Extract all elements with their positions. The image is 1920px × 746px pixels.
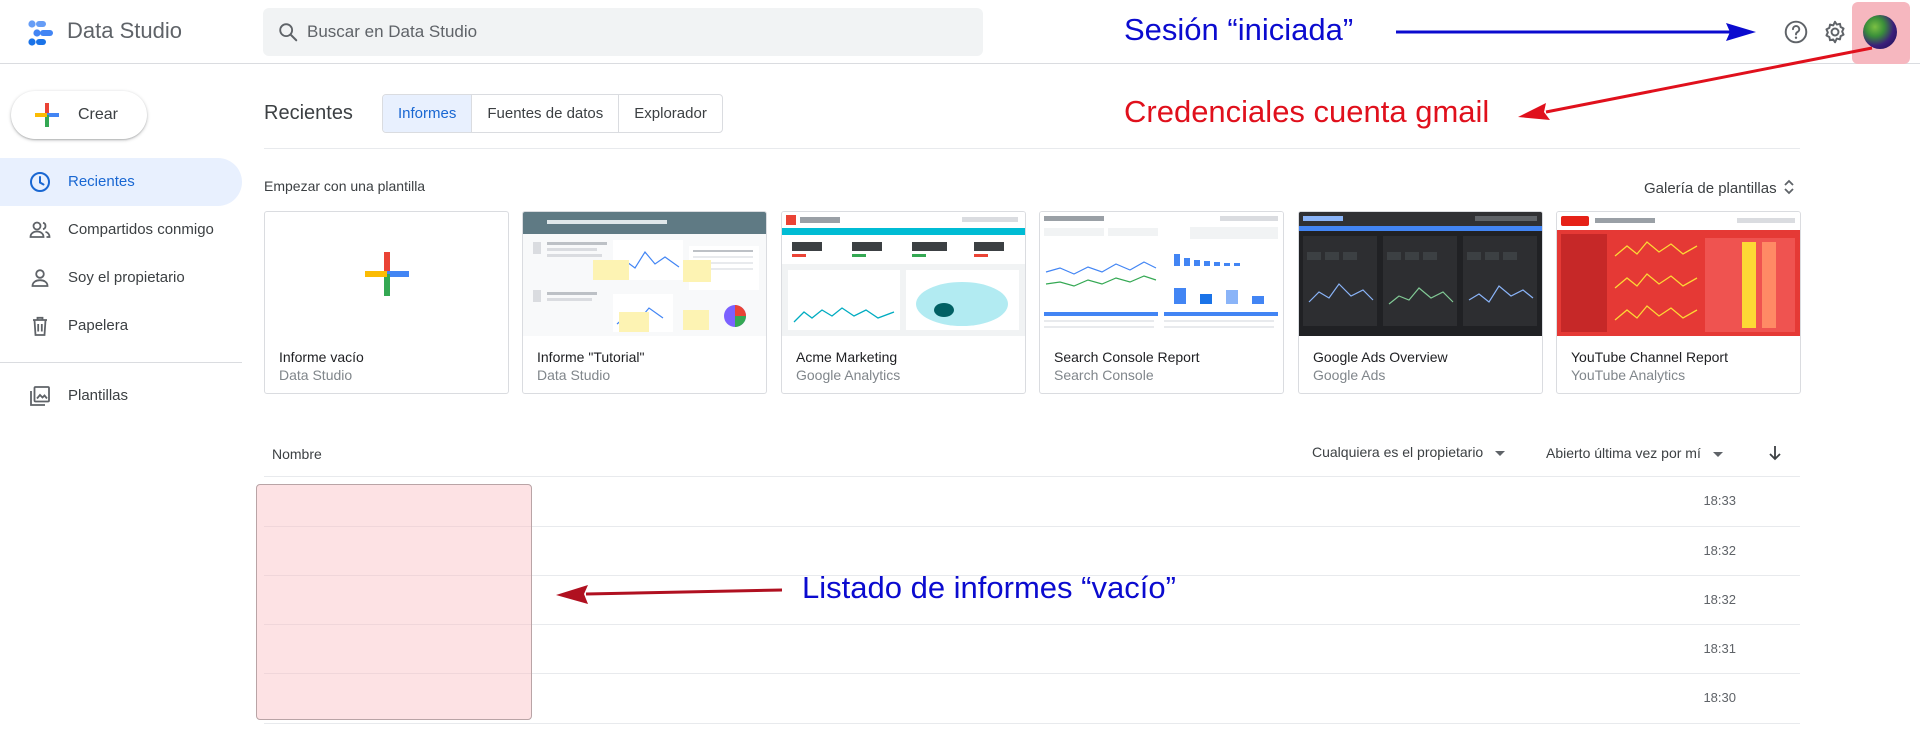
tab-fuentes-de-datos[interactable]: Fuentes de datos	[472, 95, 620, 132]
template-title: Search Console Report	[1054, 349, 1200, 365]
sidebar-item-compartidos[interactable]: Compartidos conmigo	[0, 206, 242, 254]
sidebar-item-recientes[interactable]: Recientes	[0, 158, 242, 206]
sidebar-item-label: Recientes	[68, 173, 135, 190]
people-icon	[29, 221, 51, 238]
templates-heading: Empezar con una plantilla	[264, 178, 426, 194]
sidebar-item-label: Papelera	[68, 317, 129, 334]
tab-group: Informes Fuentes de datos Explorador	[382, 94, 723, 133]
template-subtitle: Search Console	[1054, 367, 1154, 383]
sidebar-item-papelera[interactable]: Papelera	[0, 302, 242, 350]
row-time: 18:30	[1703, 690, 1736, 705]
app-header: Data Studio	[0, 0, 1920, 64]
section-title: Recientes	[264, 102, 353, 124]
youtube-thumbnail	[1557, 212, 1800, 336]
caret-down-icon	[1712, 451, 1723, 457]
tab-explorador[interactable]: Explorador	[619, 95, 722, 132]
data-studio-logo-icon[interactable]	[26, 18, 56, 48]
plus-icon	[35, 103, 59, 127]
template-card-blank[interactable]: Informe vacío Data Studio	[264, 211, 509, 394]
template-subtitle: Data Studio	[279, 367, 353, 383]
gear-icon[interactable]	[1822, 19, 1848, 45]
template-subtitle: Google Ads	[1313, 367, 1386, 383]
template-card-acme-marketing[interactable]: Acme Marketing Google Analytics	[781, 211, 1026, 394]
sidebar-item-label: Compartidos conmigo	[68, 221, 214, 238]
annotation-session: Sesión “iniciada”	[1124, 12, 1354, 47]
template-card-google-ads[interactable]: Google Ads Overview Google Ads	[1298, 211, 1543, 394]
template-subtitle: Google Analytics	[796, 367, 901, 383]
template-card-search-console[interactable]: Search Console Report Search Console	[1039, 211, 1284, 394]
caret-down-icon	[1495, 450, 1506, 456]
sidebar-item-propietario[interactable]: Soy el propietario	[0, 254, 242, 302]
google-ads-thumbnail	[1299, 212, 1542, 336]
annotation-credentials: Credenciales cuenta gmail	[1124, 94, 1490, 129]
template-card-youtube[interactable]: YouTube Channel Report YouTube Analytics	[1556, 211, 1801, 394]
search-icon	[279, 23, 298, 42]
search-console-thumbnail	[1040, 212, 1283, 336]
template-title: Google Ads Overview	[1313, 349, 1448, 365]
template-title: Acme Marketing	[796, 349, 898, 365]
sidebar-item-label: Plantillas	[68, 387, 129, 404]
clock-icon	[30, 172, 50, 192]
main-divider	[264, 148, 1800, 149]
sidebar-divider	[0, 362, 242, 363]
sort-filter-dropdown[interactable]: Abierto última vez por mí	[1546, 445, 1723, 461]
trash-icon	[33, 316, 47, 336]
tutorial-thumbnail	[523, 212, 766, 336]
app-title: Data Studio	[67, 18, 182, 43]
search-input[interactable]	[307, 8, 967, 56]
empty-list-highlight	[256, 484, 532, 720]
template-card-tutorial[interactable]: Informe "Tutorial" Data Studio	[522, 211, 767, 394]
template-title: Informe "Tutorial"	[537, 349, 645, 365]
template-gallery-label: Galería de plantillas	[1644, 180, 1777, 197]
template-subtitle: YouTube Analytics	[1571, 367, 1686, 383]
avatar[interactable]	[1863, 15, 1897, 49]
column-header-name[interactable]: Nombre	[272, 446, 322, 462]
templates-icon	[30, 386, 50, 406]
row-time: 18:31	[1703, 641, 1736, 656]
template-title: YouTube Channel Report	[1571, 349, 1728, 365]
template-title: Informe vacío	[279, 349, 364, 365]
sort-filter-label: Abierto última vez por mí	[1546, 445, 1701, 461]
account-avatar-button[interactable]	[1852, 2, 1910, 64]
owner-filter-label: Cualquiera es el propietario	[1312, 444, 1484, 460]
sidebar-item-label: Soy el propietario	[68, 269, 185, 286]
sort-direction-arrow-icon[interactable]	[1766, 444, 1784, 462]
create-button-label: Crear	[78, 106, 119, 123]
search-bar[interactable]	[263, 8, 983, 56]
annotation-empty-list: Listado de informes “vacío”	[802, 570, 1176, 605]
template-subtitle: Data Studio	[537, 367, 611, 383]
owner-filter-dropdown[interactable]: Cualquiera es el propietario	[1312, 444, 1506, 460]
sidebar-item-plantillas[interactable]: Plantillas	[0, 372, 242, 420]
row-time: 18:32	[1703, 592, 1736, 607]
tab-informes[interactable]: Informes	[383, 95, 473, 132]
person-icon	[31, 269, 49, 287]
help-icon[interactable]	[1783, 19, 1809, 45]
row-time: 18:32	[1703, 543, 1736, 558]
blank-report-plus-icon	[365, 252, 409, 296]
template-gallery-button[interactable]: Galería de plantillas	[1644, 178, 1795, 197]
acme-marketing-thumbnail	[782, 212, 1025, 336]
unfold-icon	[1783, 179, 1794, 195]
row-time: 18:33	[1703, 493, 1736, 508]
list-divider	[264, 723, 1800, 724]
create-button[interactable]: Crear	[11, 91, 147, 139]
